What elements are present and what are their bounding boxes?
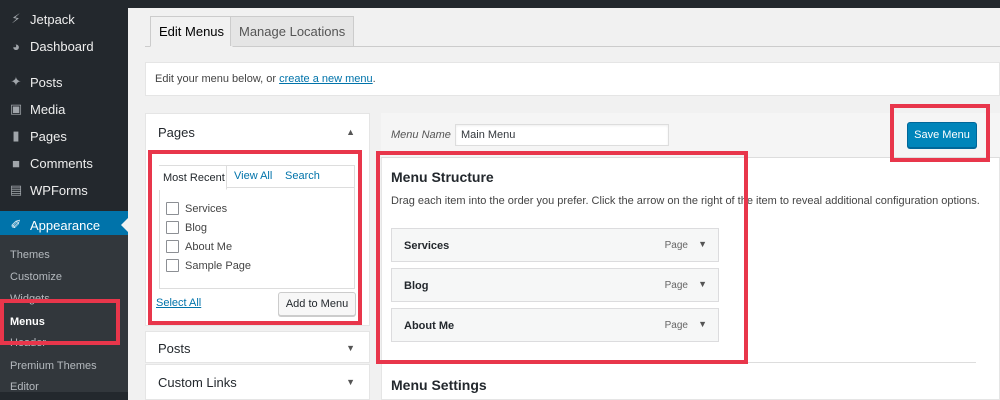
active-indicator bbox=[121, 218, 128, 232]
sidebar-item-label: Posts bbox=[30, 74, 63, 90]
jetpack-icon: ⚡ bbox=[11, 11, 21, 26]
collapse-arrow-icon[interactable]: ▲ bbox=[346, 127, 355, 137]
sidebar-item-media[interactable]: ▣ Media bbox=[0, 96, 128, 122]
sidebar-item-wpforms[interactable]: ▤ WPForms bbox=[0, 177, 128, 203]
sidebar-item-label: Appearance bbox=[30, 217, 101, 233]
custom-links-accordion[interactable]: Custom Links ▼ bbox=[145, 364, 370, 400]
custom-links-accordion-title[interactable]: Custom Links bbox=[158, 375, 237, 390]
posts-accordion-title[interactable]: Posts bbox=[158, 341, 191, 356]
submenu-customize[interactable]: Customize bbox=[10, 271, 62, 283]
menus-highlight bbox=[0, 299, 120, 345]
sidebar-item-comments[interactable]: ■ Comments bbox=[0, 150, 128, 176]
comments-icon: ■ bbox=[12, 155, 20, 171]
edit-notice: Edit your menu below, or create a new me… bbox=[145, 62, 1000, 96]
brush-icon: ✐ bbox=[10, 217, 22, 232]
sidebar-item-dashboard[interactable]: ◕ Dashboard bbox=[0, 33, 128, 59]
submenu-premium-themes[interactable]: Premium Themes bbox=[10, 360, 97, 372]
create-menu-link[interactable]: create a new menu bbox=[279, 73, 373, 85]
sidebar-item-label: Pages bbox=[30, 128, 67, 144]
tabs-divider bbox=[145, 46, 1000, 47]
sidebar-item-label: Comments bbox=[30, 155, 93, 171]
notice-end: . bbox=[372, 73, 376, 85]
menu-name-label: Menu Name bbox=[391, 129, 451, 141]
sidebar-item-label: Dashboard bbox=[30, 38, 94, 54]
notice-text: Edit your menu below, or bbox=[155, 73, 277, 85]
menu-settings-title: Menu Settings bbox=[391, 377, 487, 393]
expand-arrow-icon[interactable]: ▼ bbox=[346, 343, 355, 353]
forms-icon: ▤ bbox=[9, 182, 23, 197]
pin-icon: ✦ bbox=[10, 74, 22, 89]
pages-accordion-title[interactable]: Pages bbox=[158, 125, 195, 140]
menu-structure-highlight bbox=[376, 151, 748, 364]
admin-bar bbox=[0, 0, 1000, 8]
dashboard-icon: ◕ bbox=[12, 38, 20, 54]
posts-accordion[interactable]: Posts ▼ bbox=[145, 331, 370, 363]
pages-panel-highlight bbox=[148, 150, 362, 325]
sidebar-item-label: WPForms bbox=[30, 182, 88, 198]
save-menu-highlight bbox=[890, 104, 990, 162]
submenu-editor[interactable]: Editor bbox=[10, 381, 39, 393]
sidebar-item-pages[interactable]: ▮ Pages bbox=[0, 123, 128, 149]
menu-name-input[interactable]: Main Menu bbox=[455, 124, 669, 146]
sidebar-item-jetpack[interactable]: ⚡ Jetpack bbox=[0, 6, 128, 32]
media-icon: ▣ bbox=[9, 101, 23, 116]
sidebar-item-label: Jetpack bbox=[30, 11, 75, 27]
expand-arrow-icon[interactable]: ▼ bbox=[346, 377, 355, 387]
sidebar-item-label: Media bbox=[30, 101, 66, 117]
sidebar-item-posts[interactable]: ✦ Posts bbox=[0, 69, 128, 95]
tab-manage-locations[interactable]: Manage Locations bbox=[230, 16, 355, 46]
tab-edit-menus[interactable]: Edit Menus bbox=[150, 16, 234, 47]
submenu-themes[interactable]: Themes bbox=[10, 249, 50, 261]
pages-icon: ▮ bbox=[12, 128, 20, 143]
